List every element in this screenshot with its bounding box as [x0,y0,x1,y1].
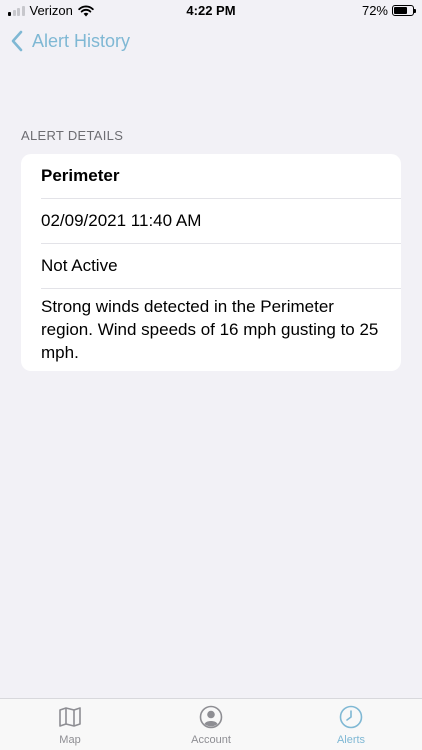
alert-datetime: 02/09/2021 11:40 AM [21,198,401,243]
tab-map[interactable]: Map [30,705,110,746]
alert-description: Strong winds detected in the Perimeter r… [21,288,401,371]
navigation-bar: Alert History [0,22,422,66]
clock-icon [339,705,363,729]
battery-percent: 72% [361,3,388,18]
alert-name: Perimeter [41,166,120,185]
back-button[interactable]: Alert History [10,30,130,52]
battery-icon [392,5,416,16]
map-icon [59,707,81,727]
status-time: 4:22 PM [186,3,236,18]
battery-fill [394,7,407,14]
section-header: ALERT DETAILS [21,128,124,143]
alert-status: Not Active [21,243,401,288]
back-button-label: Alert History [32,30,131,51]
tab-map-label: Map [59,734,81,746]
tab-alerts[interactable]: Alerts [311,705,391,746]
status-bar: Verizon 4:22 PM 72% [0,0,422,22]
tab-alerts-label: Alerts [336,734,366,746]
account-icon [199,705,223,729]
chevron-left-icon [11,30,23,52]
tab-bar: Map Account Alerts [0,698,422,750]
tab-account[interactable]: Account [171,705,251,746]
status-right: 72% [361,3,416,18]
alert-details-card: Perimeter 02/09/2021 11:40 AM Not Active… [21,154,401,371]
tab-account-label: Account [191,734,231,746]
